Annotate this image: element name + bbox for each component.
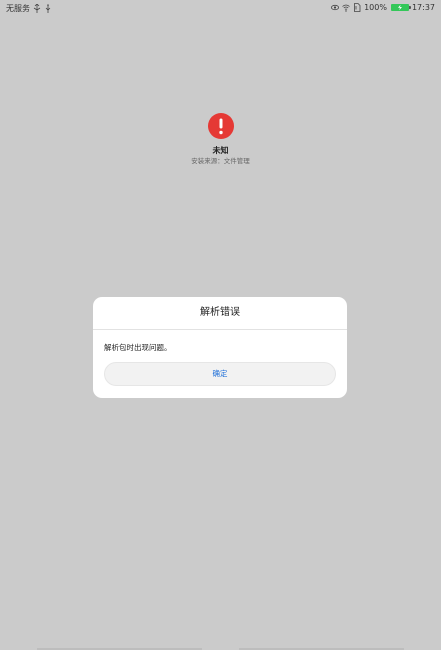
eye-comfort-icon	[331, 3, 340, 12]
usb-debug-icon	[44, 4, 52, 13]
confirm-button[interactable]: 确定	[104, 362, 336, 386]
dialog-message: 解析包时出现问题。	[104, 343, 172, 352]
install-source: 安装来源：文件管理	[191, 157, 250, 165]
sim-icon	[353, 3, 361, 12]
battery-icon	[390, 4, 411, 11]
navigation-bar	[0, 644, 441, 650]
status-left: 无服务	[6, 3, 52, 14]
clock: 17:37	[411, 3, 435, 12]
app-name: 未知	[212, 146, 229, 155]
status-bar: 无服务 100% 17:37	[0, 0, 441, 16]
error-exclamation-icon	[207, 113, 234, 139]
wifi-icon	[342, 3, 350, 12]
battery-percent: 100%	[364, 3, 387, 12]
app-info: 未知 安装来源：文件管理	[0, 113, 441, 166]
dialog-divider	[93, 329, 347, 330]
status-right: 100% 17:37	[331, 3, 435, 12]
dialog-title: 解析错误	[200, 307, 240, 318]
carrier-label: 无服务	[6, 4, 30, 13]
parse-error-dialog: 解析错误 解析包时出现问题。 确定	[93, 297, 347, 398]
usb-icon	[33, 4, 41, 13]
